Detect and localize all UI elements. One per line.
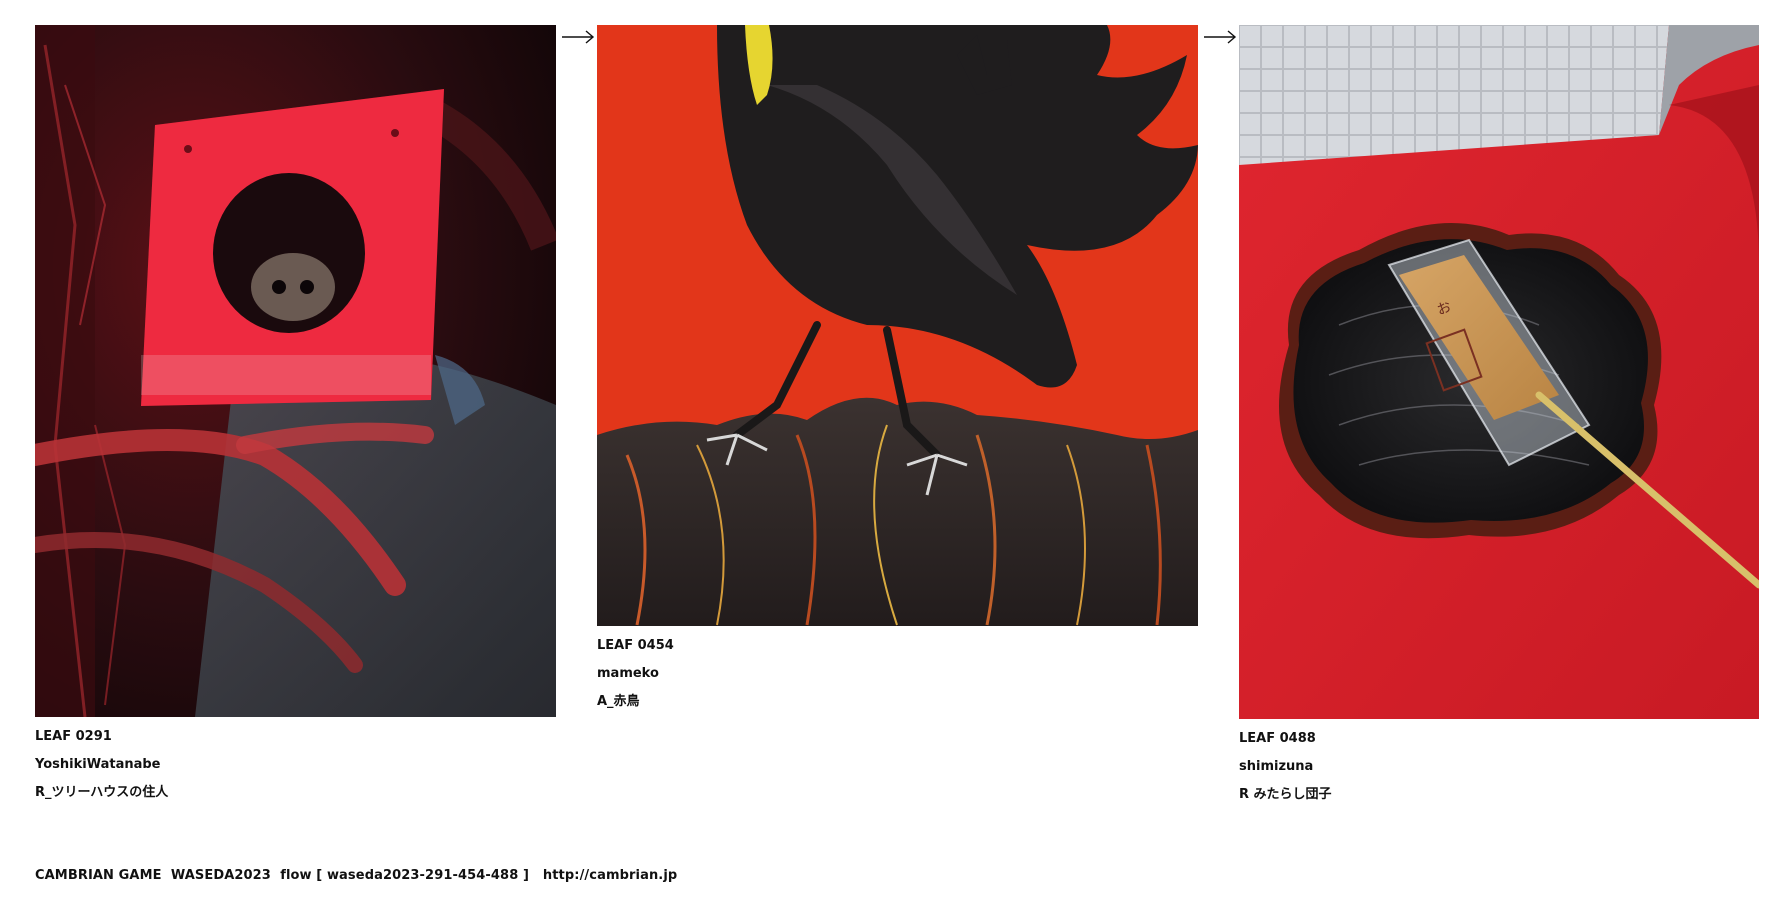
- leaf-image-tree-house-resident[interactable]: [35, 25, 556, 717]
- arrow-right-icon: [562, 30, 595, 44]
- crow-illustration: [597, 25, 1198, 626]
- leaf-title: R_ツリーハウスの住人: [35, 785, 169, 800]
- leaf-author: mameko: [597, 666, 659, 681]
- leaf-id: LEAF 0291: [35, 729, 112, 744]
- leaf-id: LEAF 0488: [1239, 731, 1316, 746]
- arrow-right-icon: [1204, 30, 1237, 44]
- leaf-card-0291: LEAF 0291 YoshikiWatanabe R_ツリーハウスの住人: [35, 25, 556, 805]
- leaf-image-red-bird[interactable]: [597, 25, 1198, 626]
- tree-house-photo: [35, 25, 556, 717]
- leaf-author: YoshikiWatanabe: [35, 757, 161, 772]
- cambrian-link[interactable]: http://cambrian.jp: [543, 868, 677, 883]
- footer: CAMBRIAN GAME WASEDA2023 flow [ waseda20…: [35, 868, 677, 883]
- leaf-title: R みたらし団子: [1239, 787, 1332, 802]
- leaf-title: A_赤鳥: [597, 694, 640, 709]
- leaf-card-0454: LEAF 0454 mameko A_赤鳥: [597, 25, 1198, 725]
- footer-text: CAMBRIAN GAME WASEDA2023 flow [ waseda20…: [35, 868, 543, 883]
- leaf-card-0488: お LEAF 0488 shimizuna R みたらし団子: [1239, 25, 1759, 807]
- dango-photo: お: [1239, 25, 1759, 719]
- leaf-image-mitarashi-dango[interactable]: お: [1239, 25, 1759, 719]
- leaf-author: shimizuna: [1239, 759, 1314, 774]
- leaf-id: LEAF 0454: [597, 638, 674, 653]
